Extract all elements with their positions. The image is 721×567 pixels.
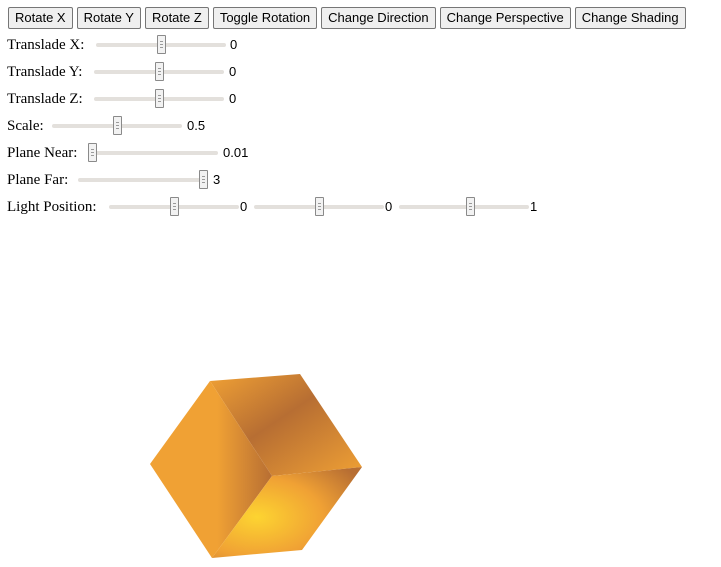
change-shading-button[interactable]: Change Shading [574, 7, 686, 29]
light-z-slider[interactable] [399, 197, 529, 217]
translate-z-slider[interactable] [94, 89, 224, 109]
plane-far-slider[interactable] [78, 170, 208, 190]
light-z-value: 1 [530, 199, 538, 214]
slider-thumb[interactable] [199, 170, 208, 189]
change-perspective-button[interactable]: Change Perspective [439, 7, 571, 29]
slider-track [399, 205, 529, 209]
translate-z-label: Translade Z: [7, 91, 83, 107]
toggle-rotation-button[interactable]: Toggle Rotation [212, 7, 318, 29]
scale-value: 0.5 [187, 118, 206, 133]
slider-track [78, 178, 208, 182]
translate-y-slider[interactable] [94, 62, 224, 82]
grip-line [158, 95, 161, 96]
slider-thumb[interactable] [157, 35, 166, 54]
light-position-label: Light Position: [7, 199, 97, 215]
translate-x-row: Translade X: 0 [7, 35, 707, 55]
grip-line [469, 203, 472, 204]
translate-y-label: Translade Y: [7, 64, 83, 80]
plane-far-value: 3 [213, 172, 221, 187]
scale-row: Scale: 0.5 [7, 116, 707, 136]
grip-line [160, 47, 163, 48]
grip-line [318, 209, 321, 210]
grip-line [91, 155, 94, 156]
grip-line [318, 203, 321, 204]
translate-x-label: Translade X: [7, 37, 85, 53]
grip-line [469, 209, 472, 210]
toolbar: Rotate X Rotate Y Rotate Z Toggle Rotati… [8, 7, 686, 29]
slider-thumb[interactable] [155, 62, 164, 81]
grip-line [116, 128, 119, 129]
grip-line [160, 44, 163, 45]
grip-line [116, 125, 119, 126]
rotate-x-button[interactable]: Rotate X [8, 7, 73, 29]
plane-near-value: 0.01 [223, 145, 249, 160]
grip-line [173, 203, 176, 204]
grip-line [158, 68, 161, 69]
change-direction-button[interactable]: Change Direction [321, 7, 436, 29]
grip-line [160, 41, 163, 42]
plane-near-row: Plane Near: 0.01 [7, 143, 707, 163]
translate-x-slider[interactable] [96, 35, 226, 55]
grip-line [158, 101, 161, 102]
slider-thumb[interactable] [466, 197, 475, 216]
scale-label: Scale: [7, 118, 44, 134]
plane-far-row: Plane Far: 3 [7, 170, 707, 190]
slider-thumb[interactable] [88, 143, 97, 162]
plane-near-slider[interactable] [88, 143, 218, 163]
grip-line [202, 182, 205, 183]
grip-line [173, 206, 176, 207]
slider-thumb[interactable] [113, 116, 122, 135]
grip-line [158, 98, 161, 99]
translate-y-value: 0 [229, 64, 237, 79]
light-x-value: 0 [240, 199, 248, 214]
grip-line [158, 71, 161, 72]
translate-z-row: Translade Z: 0 [7, 89, 707, 109]
grip-line [158, 74, 161, 75]
light-position-row: Light Position: 0 0 1 [7, 197, 707, 217]
slider-thumb[interactable] [170, 197, 179, 216]
plane-near-label: Plane Near: [7, 145, 78, 161]
grip-line [469, 206, 472, 207]
slider-thumb[interactable] [155, 89, 164, 108]
grip-line [91, 152, 94, 153]
grip-line [318, 206, 321, 207]
plane-far-label: Plane Far: [7, 172, 69, 188]
light-y-value: 0 [385, 199, 393, 214]
slider-thumb[interactable] [315, 197, 324, 216]
light-y-slider[interactable] [254, 197, 384, 217]
grip-line [173, 209, 176, 210]
rotate-z-button[interactable]: Rotate Z [144, 7, 209, 29]
scale-slider[interactable] [52, 116, 182, 136]
grip-line [116, 122, 119, 123]
cube-viewport[interactable] [146, 372, 368, 564]
translate-y-row: Translade Y: 0 [7, 62, 707, 82]
grip-line [202, 179, 205, 180]
light-x-slider[interactable] [109, 197, 239, 217]
grip-line [91, 149, 94, 150]
slider-track [88, 151, 218, 155]
translate-x-value: 0 [230, 37, 238, 52]
grip-line [202, 176, 205, 177]
rotate-y-button[interactable]: Rotate Y [76, 7, 141, 29]
translate-z-value: 0 [229, 91, 237, 106]
